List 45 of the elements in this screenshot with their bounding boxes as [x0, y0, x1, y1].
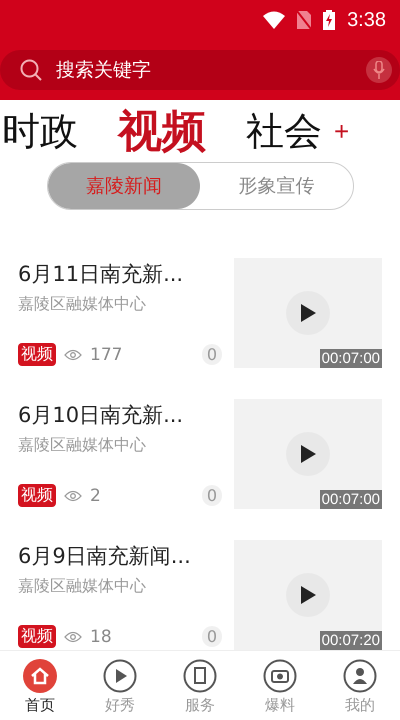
video-tag: 视频 [18, 625, 56, 648]
add-channel-button[interactable]: + [328, 114, 356, 148]
video-tag: 视频 [18, 343, 56, 366]
document-icon [183, 659, 217, 693]
view-count: 2 [90, 486, 101, 506]
video-thumbnail[interactable]: 00:07:00 [234, 399, 382, 509]
camera-icon [263, 659, 297, 693]
view-count: 18 [90, 626, 112, 646]
eye-icon [64, 630, 82, 642]
search-icon [20, 59, 42, 81]
wifi-icon [263, 11, 286, 29]
eye-icon [64, 490, 82, 502]
microphone-icon[interactable] [366, 57, 392, 83]
video-duration: 00:07:20 [320, 631, 382, 650]
video-thumbnail[interactable]: 00:07:00 [234, 258, 382, 368]
clock-time: 3:38 [347, 8, 386, 32]
battery-charging-icon [323, 10, 336, 30]
video-tag: 视频 [18, 484, 56, 507]
article-title[interactable]: 6月11日南充新... [18, 260, 234, 288]
no-sim-icon [297, 11, 312, 29]
segment-tab[interactable]: 形象宣传 [200, 163, 352, 209]
article-source: 嘉陵区融媒体中心 [18, 294, 147, 315]
article-source: 嘉陵区融媒体中心 [18, 576, 147, 597]
play-icon [103, 659, 137, 693]
nav-tab[interactable]: 首页 [0, 651, 80, 720]
user-icon [343, 659, 377, 693]
comment-count: 0 [202, 485, 222, 506]
article-title[interactable]: 6月9日南充新闻... [18, 542, 234, 570]
channel-tab[interactable]: 时政 [2, 106, 98, 156]
comment-count: 0 [202, 626, 222, 647]
home-icon [23, 659, 57, 693]
play-icon [286, 432, 330, 476]
article-source: 嘉陵区融媒体中心 [18, 435, 147, 456]
search-placeholder: 搜索关键字 [56, 58, 152, 83]
video-duration: 00:07:00 [320, 490, 382, 509]
view-count: 177 [90, 344, 122, 364]
channel-tab[interactable]: 视频 [98, 102, 226, 160]
video-duration: 00:07:00 [320, 349, 382, 368]
video-thumbnail[interactable]: 00:07:20 [234, 540, 382, 650]
eye-icon [64, 348, 82, 360]
comment-count: 0 [202, 344, 222, 365]
play-icon [286, 573, 330, 617]
article-title[interactable]: 6月10日南充新... [18, 401, 234, 429]
search-field[interactable]: 搜索关键字 [0, 50, 400, 90]
play-icon [286, 291, 330, 335]
